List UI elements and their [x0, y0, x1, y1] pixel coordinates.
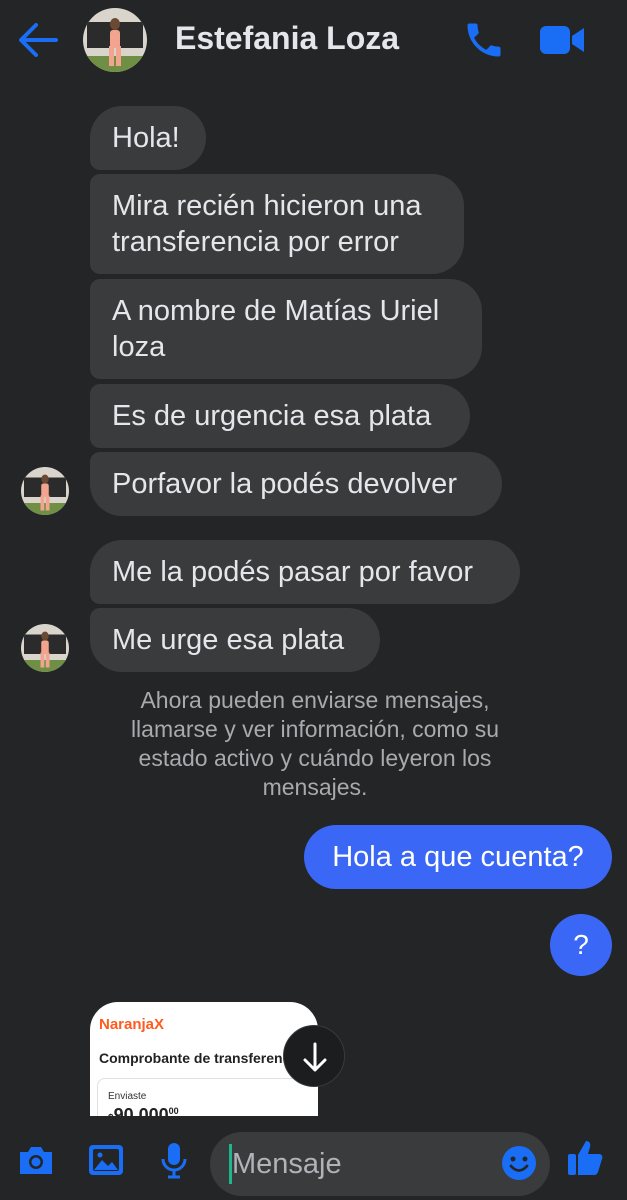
contact-avatar[interactable]: [83, 8, 147, 72]
receipt-label: Enviaste: [108, 1091, 147, 1102]
emoji-icon: [502, 1146, 536, 1180]
voice-message-button[interactable]: [154, 1140, 194, 1180]
back-button[interactable]: [16, 20, 60, 60]
phone-icon: [467, 23, 501, 57]
camera-button[interactable]: [16, 1140, 56, 1180]
video-camera-icon: [540, 26, 584, 54]
incoming-message[interactable]: A nombre de Matías Uriel loza: [90, 279, 482, 379]
incoming-message[interactable]: Hola!: [90, 106, 206, 170]
outgoing-message[interactable]: ?: [550, 914, 612, 976]
incoming-message[interactable]: Es de urgencia esa plata: [90, 384, 470, 448]
text-cursor: [229, 1144, 232, 1184]
camera-icon: [20, 1147, 52, 1174]
emoji-button[interactable]: [500, 1144, 538, 1182]
incoming-message[interactable]: Porfavor la podés devolver: [90, 452, 502, 516]
message-input[interactable]: [210, 1132, 550, 1196]
thumbs-up-icon: [568, 1141, 603, 1175]
video-call-button[interactable]: [538, 20, 586, 60]
contact-name[interactable]: Estefania Loza: [175, 20, 399, 57]
arrow-left-icon: [19, 23, 58, 57]
receipt-amount: $90.00000: [108, 1105, 179, 1116]
gallery-button[interactable]: [86, 1140, 126, 1180]
scroll-to-bottom-button[interactable]: [283, 1025, 345, 1087]
sender-avatar[interactable]: [21, 624, 69, 672]
system-notice: Ahora pueden enviarse mensajes, llamarse…: [130, 687, 500, 800]
incoming-message[interactable]: Me urge esa plata: [90, 608, 380, 672]
incoming-message[interactable]: Me la podés pasar por favor: [90, 540, 520, 604]
voice-call-button[interactable]: [462, 18, 506, 62]
arrow-down-icon: [303, 1042, 327, 1072]
receipt-brand-logo: NaranjaX: [99, 1016, 165, 1033]
incoming-message[interactable]: Mira recién hicieron una transferencia p…: [90, 174, 464, 274]
receipt-title: Comprobante de transferencia: [99, 1050, 303, 1066]
outgoing-message[interactable]: Hola a que cuenta?: [304, 825, 612, 889]
microphone-icon: [161, 1143, 187, 1179]
conversation-header: Estefania Loza: [0, 0, 627, 78]
image-icon: [89, 1145, 123, 1175]
sender-avatar[interactable]: [21, 467, 69, 515]
like-button[interactable]: [566, 1138, 606, 1178]
